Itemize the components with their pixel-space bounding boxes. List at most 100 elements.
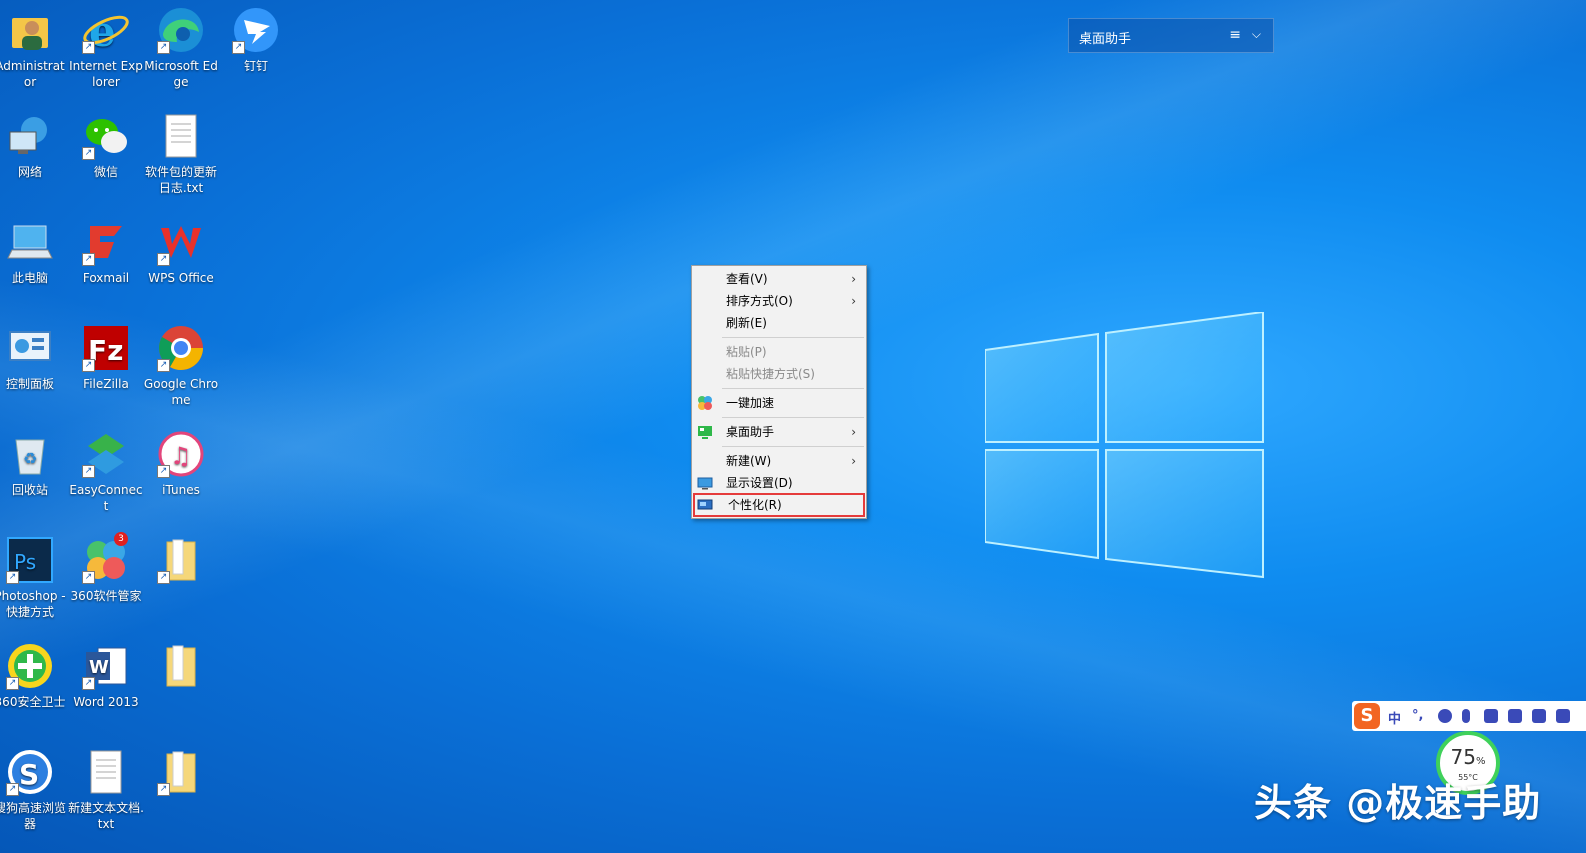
desktop-icon-ie[interactable]: e ↗ Internet Explorer [68, 0, 144, 90]
desktop-icon-label: 360安全卫士 [0, 695, 66, 709]
dingtalk-icon: ↗ [232, 6, 280, 54]
desktop-icon-label: Microsoft Edge [144, 59, 218, 89]
desktop-context-menu: 查看(V) › 排序方式(O) › 刷新(E) 粘贴(P) 粘贴快捷方式(S) … [691, 265, 867, 519]
menu-item-paste-shortcut: 粘贴快捷方式(S) [692, 363, 866, 385]
desktop-icon-label: EasyConnect [69, 483, 143, 513]
sogou-ime-logo-icon[interactable]: S [1354, 703, 1380, 729]
desktop-icon-folder[interactable]: ↗ [143, 530, 219, 588]
menu-item-label: 新建(W) [726, 454, 772, 468]
desktop-icon-photoshop[interactable]: Ps ↗ Photoshop - 快捷方式 [0, 530, 68, 620]
desktop-icon-label: WPS Office [148, 271, 214, 285]
word-icon: W ↗ [82, 642, 130, 690]
shortcut-arrow-icon: ↗ [82, 571, 95, 584]
microphone-icon[interactable] [1462, 709, 1470, 723]
menu-separator [722, 417, 864, 418]
menu-item-refresh[interactable]: 刷新(E) [692, 312, 866, 334]
desktop-icon-sogou-browser[interactable]: S ↗ 搜狗高速浏览器 [0, 742, 68, 832]
menu-item-speedup[interactable]: 一键加速 [692, 392, 866, 414]
desktop-icon-chrome[interactable]: ↗ Google Chrome [143, 318, 219, 408]
menu-item-display-settings[interactable]: 显示设置(D) [692, 472, 866, 494]
ime-toolbar[interactable]: S 中 °, [1352, 701, 1586, 731]
shortcut-arrow-icon: ↗ [82, 677, 95, 690]
menu-item-label: 一键加速 [726, 396, 775, 410]
desktop-icon-control-panel[interactable]: 控制面板 [0, 318, 68, 392]
menu-separator [722, 388, 864, 389]
desktop-icon-360-security[interactable]: ↗ 360安全卫士 [0, 636, 68, 710]
emoji-icon[interactable] [1438, 709, 1452, 723]
keyboard-icon[interactable] [1484, 709, 1498, 723]
desktop-icon-network[interactable]: 网络 [0, 106, 68, 180]
menu-item-personalize[interactable]: 个性化(R) [693, 493, 865, 517]
wps-icon: ↗ [157, 218, 205, 266]
menu-item-new[interactable]: 新建(W) › [692, 450, 866, 472]
chevron-down-icon[interactable]: ⌵ [1252, 27, 1261, 42]
desktop-icon-new-text-doc[interactable]: 新建文本文档.txt [68, 742, 144, 832]
chevron-right-icon: › [851, 294, 856, 308]
desktop-icon-label: 搜狗高速浏览器 [0, 801, 66, 831]
menu-item-label: 刷新(E) [726, 316, 767, 330]
desktop-icon-wps[interactable]: ↗ WPS Office [143, 212, 219, 286]
this-pc-icon [6, 218, 54, 266]
menu-separator [722, 337, 864, 338]
desktop-icon-wechat[interactable]: ↗ 微信 [68, 106, 144, 180]
desktop-icon-edge[interactable]: ↗ Microsoft Edge [143, 0, 219, 90]
menu-item-label: 查看(V) [726, 272, 768, 286]
user-icon[interactable] [1508, 709, 1522, 723]
desktop-icon-label: 回收站 [11, 483, 48, 497]
menu-item-label: 排序方式(O) [726, 294, 793, 308]
skin-icon[interactable] [1532, 709, 1546, 723]
desktop-icon-filezilla[interactable]: Fz ↗ FileZilla [68, 318, 144, 392]
desktop-helper-widget[interactable]: 桌面助手 ≡ ⌵ [1068, 18, 1274, 53]
menu-separator [722, 446, 864, 447]
display-icon [697, 477, 713, 490]
desktop-icon-label: Internet Explorer [69, 59, 143, 89]
menu-item-sort[interactable]: 排序方式(O) › [692, 290, 866, 312]
menu-item-label: 粘贴(P) [726, 345, 767, 359]
shortcut-arrow-icon: ↗ [232, 41, 245, 54]
desktop-icon-label: FileZilla [83, 377, 129, 391]
svg-text:♫: ♫ [170, 442, 192, 470]
desktop-icon-folder[interactable]: ↗ [143, 742, 219, 800]
ime-punctuation-toggle[interactable]: °, [1412, 708, 1423, 723]
desktop-icon-label: 此电脑 [11, 271, 48, 285]
ie-icon: e ↗ [82, 6, 130, 56]
desktop-icon-administrator[interactable]: Administrator [0, 0, 68, 90]
desktop-icon-360-software[interactable]: ↗ 3 360软件管家 [68, 530, 144, 604]
windows-logo [985, 312, 1264, 579]
desktop-icon-folder[interactable] [143, 636, 219, 694]
chevron-right-icon: › [851, 454, 856, 468]
desktop-icon-word[interactable]: W ↗ Word 2013 [68, 636, 144, 710]
text-file-icon [82, 748, 130, 796]
chevron-right-icon: › [851, 425, 856, 439]
desktop-icon-label: 控制面板 [5, 377, 54, 391]
desktop-icon-this-pc[interactable]: 此电脑 [0, 212, 68, 286]
menu-item-view[interactable]: 查看(V) › [692, 268, 866, 290]
toolbox-icon[interactable] [1556, 709, 1570, 723]
photoshop-icon: Ps ↗ [6, 536, 54, 584]
desktop-icon-recycle-bin[interactable]: ♻ 回收站 [0, 424, 68, 498]
desktop-icon-dingtalk[interactable]: ↗ 钉钉 [218, 0, 294, 74]
desktop-icon-label: Word 2013 [73, 695, 139, 709]
desktop-icon-foxmail[interactable]: ↗ Foxmail [68, 212, 144, 286]
desktop-icon-label: Photoshop - 快捷方式 [0, 589, 66, 619]
shortcut-arrow-icon: ↗ [157, 253, 170, 266]
shortcut-arrow-icon: ↗ [6, 571, 19, 584]
desktop-icon-label: 钉钉 [243, 59, 268, 73]
widget-title: 桌面助手 [1079, 32, 1132, 47]
ime-mode-toggle[interactable]: 中 [1388, 708, 1401, 727]
foxmail-icon: ↗ [82, 218, 130, 266]
wechat-icon: ↗ [82, 112, 130, 160]
desktop-icon-itunes[interactable]: ♫ ↗ iTunes [143, 424, 219, 498]
menu-icon[interactable]: ≡ [1229, 27, 1241, 43]
menu-item-desktop-helper[interactable]: 桌面助手 › [692, 421, 866, 443]
desktop-icon-update-log[interactable]: 软件包的更新日志.txt [143, 106, 219, 196]
chevron-right-icon: › [851, 272, 856, 286]
folder-icon [157, 642, 205, 690]
shortcut-arrow-icon: ↗ [6, 677, 19, 690]
menu-item-label: 粘贴快捷方式(S) [726, 367, 815, 381]
shortcut-arrow-icon: ↗ [82, 147, 95, 160]
menu-item-label: 桌面助手 [726, 425, 775, 439]
recycle-bin-icon: ♻ [6, 430, 54, 478]
desktop-icon-label: 微信 [93, 165, 118, 179]
desktop-icon-easyconnect[interactable]: ↗ EasyConnect [68, 424, 144, 514]
